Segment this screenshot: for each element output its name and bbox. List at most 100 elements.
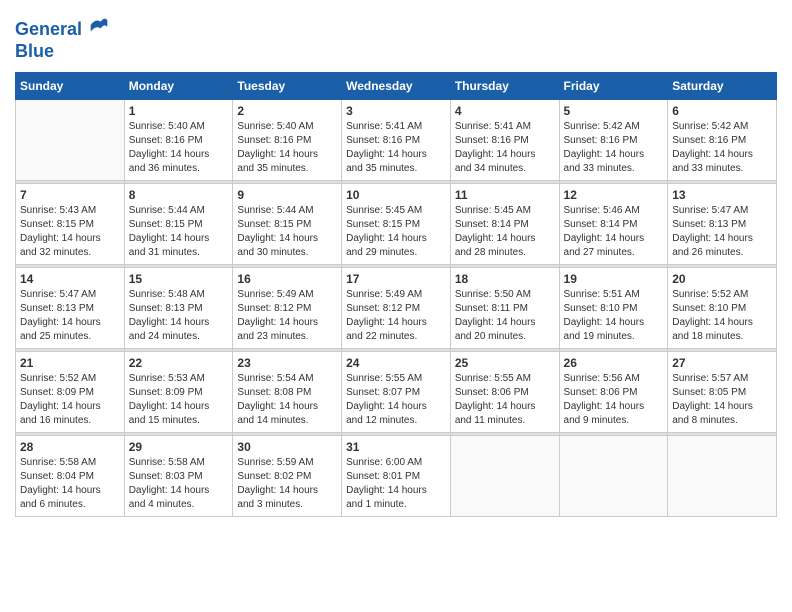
day-info: Sunrise: 5:45 AM Sunset: 8:14 PM Dayligh… (455, 204, 555, 260)
day-info: Sunrise: 5:49 AM Sunset: 8:12 PM Dayligh… (346, 288, 446, 344)
calendar-week-4: 21Sunrise: 5:52 AM Sunset: 8:09 PM Dayli… (16, 352, 777, 433)
day-info: Sunrise: 5:42 AM Sunset: 8:16 PM Dayligh… (672, 120, 772, 176)
calendar-cell (450, 436, 559, 517)
day-number: 31 (346, 440, 446, 454)
calendar-cell: 27 Sunrise: 5:57 AM Sunset: 8:05 PM Dayli… (668, 352, 777, 433)
day-info: Sunrise: 5:43 AM Sunset: 8:15 PM Dayligh… (20, 204, 120, 260)
calendar-cell (16, 100, 125, 181)
day-header-monday: Monday (124, 73, 233, 100)
calendar-cell: 18 Sunrise: 5:50 AM Sunset: 8:11 PM Dayli… (450, 268, 559, 349)
calendar-cell: 5 Sunrise: 5:42 AM Sunset: 8:16 PM Daylig… (559, 100, 668, 181)
day-info: Sunrise: 5:53 AM Sunset: 8:09 PM Dayligh… (129, 372, 229, 428)
day-number: 29 (129, 440, 229, 454)
calendar-cell: 12 Sunrise: 5:46 AM Sunset: 8:14 PM Dayli… (559, 184, 668, 265)
day-info: Sunrise: 5:54 AM Sunset: 8:08 PM Dayligh… (237, 372, 337, 428)
day-number: 11 (455, 188, 555, 202)
day-number: 18 (455, 272, 555, 286)
calendar-cell: 6Sunrise: 5:42 AM Sunset: 8:16 PM Daylig… (668, 100, 777, 181)
calendar-cell: 24 Sunrise: 5:55 AM Sunset: 8:07 PM Dayli… (342, 352, 451, 433)
day-info: Sunrise: 5:55 AM Sunset: 8:07 PM Dayligh… (346, 372, 446, 428)
calendar-cell: 29 Sunrise: 5:58 AM Sunset: 8:03 PM Dayli… (124, 436, 233, 517)
calendar-cell: 7Sunrise: 5:43 AM Sunset: 8:15 PM Daylig… (16, 184, 125, 265)
day-header-wednesday: Wednesday (342, 73, 451, 100)
day-info: Sunrise: 5:58 AM Sunset: 8:04 PM Dayligh… (20, 456, 120, 512)
day-number: 12 (564, 188, 664, 202)
day-number: 10 (346, 188, 446, 202)
day-number: 13 (672, 188, 772, 202)
day-number: 8 (129, 188, 229, 202)
day-info: Sunrise: 5:50 AM Sunset: 8:11 PM Dayligh… (455, 288, 555, 344)
calendar-cell: 25Sunrise: 5:55 AM Sunset: 8:06 PM Dayli… (450, 352, 559, 433)
day-info: Sunrise: 5:51 AM Sunset: 8:10 PM Dayligh… (564, 288, 664, 344)
day-number: 23 (237, 356, 337, 370)
calendar-cell: 20 Sunrise: 5:52 AM Sunset: 8:10 PM Dayli… (668, 268, 777, 349)
calendar-cell: 19 Sunrise: 5:51 AM Sunset: 8:10 PM Dayli… (559, 268, 668, 349)
day-number: 27 (672, 356, 772, 370)
calendar-cell: 8 Sunrise: 5:44 AM Sunset: 8:15 PM Daylig… (124, 184, 233, 265)
day-info: Sunrise: 5:45 AM Sunset: 8:15 PM Dayligh… (346, 204, 446, 260)
calendar-week-3: 14 Sunrise: 5:47 AM Sunset: 8:13 PM Dayli… (16, 268, 777, 349)
day-info: Sunrise: 5:52 AM Sunset: 8:10 PM Dayligh… (672, 288, 772, 344)
day-number: 20 (672, 272, 772, 286)
calendar-cell: 4 Sunrise: 5:41 AM Sunset: 8:16 PM Daylig… (450, 100, 559, 181)
day-info: Sunrise: 5:47 AM Sunset: 8:13 PM Dayligh… (20, 288, 120, 344)
calendar-header: SundayMondayTuesdayWednesdayThursdayFrid… (16, 73, 777, 100)
calendar-cell: 31 Sunrise: 6:00 AM Sunset: 8:01 PM Dayli… (342, 436, 451, 517)
day-info: Sunrise: 5:49 AM Sunset: 8:12 PM Dayligh… (237, 288, 337, 344)
logo-line2: Blue (15, 41, 109, 63)
day-info: Sunrise: 5:40 AM Sunset: 8:16 PM Dayligh… (237, 120, 337, 176)
logo: General Blue (15, 15, 109, 62)
day-number: 24 (346, 356, 446, 370)
calendar-cell: 23 Sunrise: 5:54 AM Sunset: 8:08 PM Dayli… (233, 352, 342, 433)
day-header-thursday: Thursday (450, 73, 559, 100)
calendar-cell: 17 Sunrise: 5:49 AM Sunset: 8:12 PM Dayli… (342, 268, 451, 349)
calendar-cell: 26Sunrise: 5:56 AM Sunset: 8:06 PM Dayli… (559, 352, 668, 433)
calendar-cell: 1 Sunrise: 5:40 AM Sunset: 8:16 PM Daylig… (124, 100, 233, 181)
day-info: Sunrise: 5:52 AM Sunset: 8:09 PM Dayligh… (20, 372, 120, 428)
day-number: 22 (129, 356, 229, 370)
day-number: 19 (564, 272, 664, 286)
calendar-week-2: 7Sunrise: 5:43 AM Sunset: 8:15 PM Daylig… (16, 184, 777, 265)
day-info: Sunrise: 5:57 AM Sunset: 8:05 PM Dayligh… (672, 372, 772, 428)
day-number: 5 (564, 104, 664, 118)
logo-text: General (15, 15, 109, 41)
calendar-cell: 16Sunrise: 5:49 AM Sunset: 8:12 PM Dayli… (233, 268, 342, 349)
day-header-sunday: Sunday (16, 73, 125, 100)
calendar-week-1: 1 Sunrise: 5:40 AM Sunset: 8:16 PM Daylig… (16, 100, 777, 181)
calendar: SundayMondayTuesdayWednesdayThursdayFrid… (15, 72, 777, 517)
day-number: 30 (237, 440, 337, 454)
day-number: 17 (346, 272, 446, 286)
day-header-friday: Friday (559, 73, 668, 100)
day-header-tuesday: Tuesday (233, 73, 342, 100)
calendar-cell: 14 Sunrise: 5:47 AM Sunset: 8:13 PM Dayli… (16, 268, 125, 349)
calendar-cell: 21Sunrise: 5:52 AM Sunset: 8:09 PM Dayli… (16, 352, 125, 433)
calendar-cell: 15Sunrise: 5:48 AM Sunset: 8:13 PM Dayli… (124, 268, 233, 349)
day-info: Sunrise: 5:44 AM Sunset: 8:15 PM Dayligh… (129, 204, 229, 260)
day-number: 14 (20, 272, 120, 286)
day-info: Sunrise: 5:46 AM Sunset: 8:14 PM Dayligh… (564, 204, 664, 260)
calendar-cell: 9Sunrise: 5:44 AM Sunset: 8:15 PM Daylig… (233, 184, 342, 265)
logo-icon (89, 15, 109, 35)
day-info: Sunrise: 5:41 AM Sunset: 8:16 PM Dayligh… (455, 120, 555, 176)
calendar-cell: 22 Sunrise: 5:53 AM Sunset: 8:09 PM Dayli… (124, 352, 233, 433)
day-info: Sunrise: 5:42 AM Sunset: 8:16 PM Dayligh… (564, 120, 664, 176)
calendar-body: 1 Sunrise: 5:40 AM Sunset: 8:16 PM Daylig… (16, 100, 777, 517)
calendar-cell: 30 Sunrise: 5:59 AM Sunset: 8:02 PM Dayli… (233, 436, 342, 517)
calendar-cell (559, 436, 668, 517)
day-number: 28 (20, 440, 120, 454)
day-info: Sunrise: 5:59 AM Sunset: 8:02 PM Dayligh… (237, 456, 337, 512)
calendar-cell (668, 436, 777, 517)
day-info: Sunrise: 5:58 AM Sunset: 8:03 PM Dayligh… (129, 456, 229, 512)
calendar-week-5: 28 Sunrise: 5:58 AM Sunset: 8:04 PM Dayli… (16, 436, 777, 517)
calendar-cell: 2 Sunrise: 5:40 AM Sunset: 8:16 PM Daylig… (233, 100, 342, 181)
day-info: Sunrise: 5:44 AM Sunset: 8:15 PM Dayligh… (237, 204, 337, 260)
page-header: General Blue (15, 15, 777, 62)
day-number: 4 (455, 104, 555, 118)
day-number: 2 (237, 104, 337, 118)
day-info: Sunrise: 5:40 AM Sunset: 8:16 PM Dayligh… (129, 120, 229, 176)
day-info: Sunrise: 5:55 AM Sunset: 8:06 PM Dayligh… (455, 372, 555, 428)
day-info: Sunrise: 6:00 AM Sunset: 8:01 PM Dayligh… (346, 456, 446, 512)
calendar-cell: 10 Sunrise: 5:45 AM Sunset: 8:15 PM Dayli… (342, 184, 451, 265)
day-number: 1 (129, 104, 229, 118)
calendar-cell: 11 Sunrise: 5:45 AM Sunset: 8:14 PM Dayli… (450, 184, 559, 265)
